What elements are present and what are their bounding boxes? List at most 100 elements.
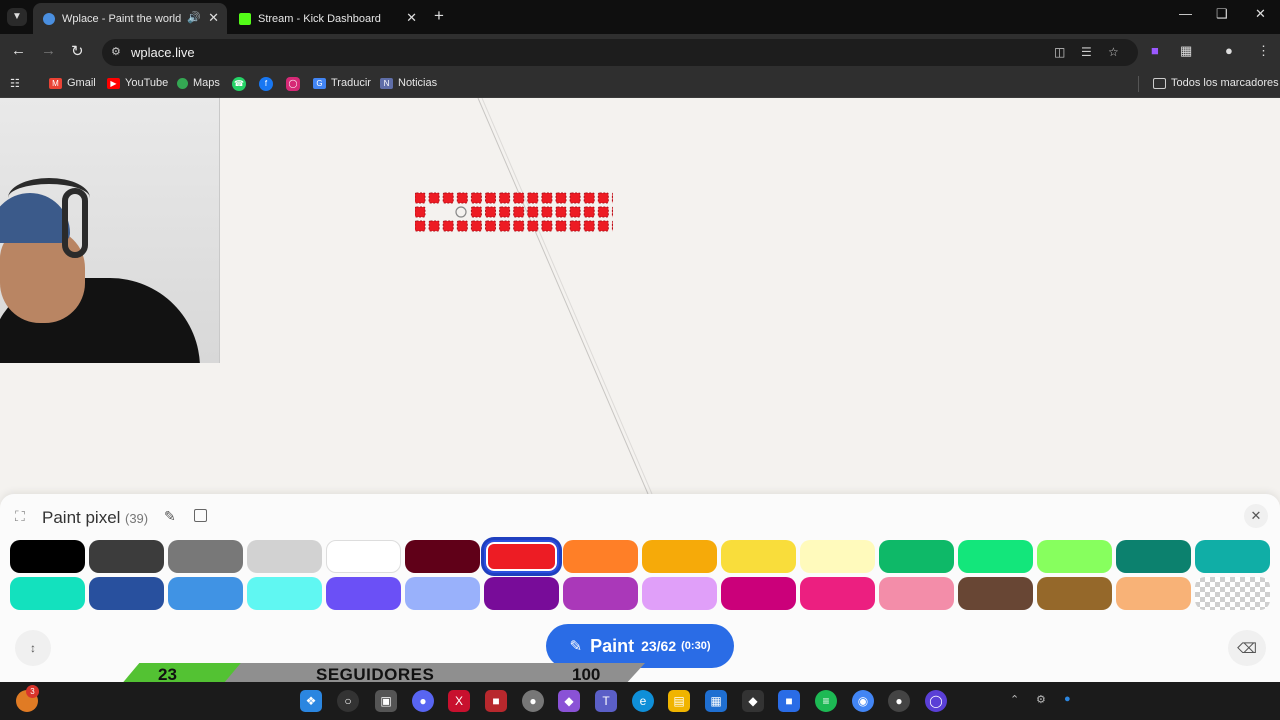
speaker-icon[interactable]: 🔊: [187, 11, 201, 24]
address-bar[interactable]: ⚙ wplace.live ◫ ☰ ☆: [102, 39, 1138, 66]
close-tab-icon[interactable]: ✕: [406, 10, 417, 26]
color-swatch[interactable]: [642, 540, 717, 573]
tab-kick-dashboard[interactable]: Stream - Kick Dashboard ✕: [229, 3, 425, 34]
app-record-icon[interactable]: ●: [888, 690, 910, 712]
painted-pixel: [442, 220, 454, 232]
bookmark-maps[interactable]: Maps: [177, 77, 220, 89]
color-swatch[interactable]: [1195, 577, 1270, 610]
whatsapp-icon[interactable]: ☎: [232, 77, 246, 91]
kick-icon: [239, 12, 251, 25]
color-swatch[interactable]: [89, 577, 164, 610]
apps-grid-icon[interactable]: ☷: [10, 77, 20, 90]
color-swatch[interactable]: [800, 540, 875, 573]
color-swatch[interactable]: [1116, 540, 1191, 573]
color-swatch[interactable]: [642, 577, 717, 610]
color-swatch[interactable]: [721, 577, 796, 610]
painted-pixel: [527, 220, 539, 232]
store-icon[interactable]: ▦: [705, 690, 727, 712]
extension-icon[interactable]: ■: [1151, 43, 1159, 58]
windows-start-icon[interactable]: ❖: [300, 690, 322, 712]
eraser-icon[interactable]: ⌫: [1228, 630, 1266, 666]
color-swatch[interactable]: [1195, 540, 1270, 573]
close-window-button[interactable]: ✕: [1255, 6, 1266, 22]
color-swatch[interactable]: [879, 577, 954, 610]
bookmark-noticias[interactable]: N Noticias: [380, 77, 437, 89]
bookmark-youtube[interactable]: ▶ YouTube: [107, 77, 168, 89]
obs-icon[interactable]: ●: [522, 690, 544, 712]
color-swatch[interactable]: [168, 540, 243, 573]
tray-app-icon[interactable]: ⚙: [1036, 693, 1046, 706]
teams-icon[interactable]: T: [595, 690, 617, 712]
paint-panel: ⛶ Paint pixel (39) ✎ ✕ ↕ ✎ Paint 23/62 (…: [0, 494, 1280, 682]
color-swatch[interactable]: [247, 540, 322, 573]
color-swatch[interactable]: [721, 540, 796, 573]
close-panel-button[interactable]: ✕: [1244, 504, 1268, 528]
color-swatch[interactable]: [879, 540, 954, 573]
browser-toolbar: ← → ↻ ⚙ wplace.live ◫ ☰ ☆ ■ ▦ ● ⋮: [0, 34, 1280, 70]
color-swatch[interactable]: [1037, 577, 1112, 610]
color-swatch[interactable]: [10, 540, 85, 573]
tab-wplace[interactable]: Wplace - Paint the world 🔊 ✕: [33, 3, 227, 34]
tray-chevron-icon[interactable]: ⌃: [1010, 693, 1019, 706]
color-swatch[interactable]: [405, 577, 480, 610]
color-swatch[interactable]: [89, 540, 164, 573]
color-swatch[interactable]: [326, 577, 401, 610]
install-app-icon[interactable]: ◫: [1054, 45, 1065, 59]
minimize-button[interactable]: —: [1179, 6, 1192, 21]
forward-button[interactable]: →: [41, 42, 56, 59]
paint-button[interactable]: ✎ Paint 23/62 (0:30): [546, 624, 734, 668]
color-swatch[interactable]: [1116, 577, 1191, 610]
color-swatch[interactable]: [484, 577, 559, 610]
color-swatch[interactable]: [958, 577, 1033, 610]
color-swatch[interactable]: [800, 577, 875, 610]
color-swatch[interactable]: [1037, 540, 1112, 573]
app-red-icon[interactable]: ■: [485, 690, 507, 712]
menu-dots-icon[interactable]: ⋮: [1257, 43, 1270, 59]
file-explorer-icon[interactable]: ▤: [668, 690, 690, 712]
color-swatch[interactable]: [958, 540, 1033, 573]
color-swatch[interactable]: [247, 577, 322, 610]
close-tab-icon[interactable]: ✕: [208, 10, 219, 26]
edge-icon[interactable]: e: [632, 690, 654, 712]
tab-search-button[interactable]: ▼: [7, 8, 27, 26]
bookmark-gmail[interactable]: M Gmail: [49, 77, 96, 89]
facebook-icon[interactable]: f: [259, 77, 273, 91]
copilot-icon[interactable]: ◆: [558, 690, 580, 712]
all-bookmarks-button[interactable]: Todos los marcadores: [1153, 77, 1279, 89]
painted-pixel: [470, 192, 482, 204]
expand-icon[interactable]: ⛶: [15, 508, 25, 525]
color-swatch[interactable]: [484, 540, 559, 573]
color-swatch[interactable]: [563, 540, 638, 573]
maximize-button[interactable]: ❑: [1216, 6, 1228, 22]
translate-icon[interactable]: ☰: [1081, 45, 1092, 59]
grid-icon[interactable]: [194, 509, 207, 522]
paint-canvas[interactable]: [0, 98, 1280, 498]
toggle-panel-icon[interactable]: ↕: [15, 630, 51, 666]
app-purple-icon[interactable]: ◯: [925, 690, 947, 712]
extensions-puzzle-icon[interactable]: ▦: [1180, 43, 1192, 59]
color-swatch[interactable]: [168, 577, 243, 610]
color-swatch[interactable]: [405, 540, 480, 573]
dropbox-icon[interactable]: ◆: [742, 690, 764, 712]
xsplit-icon[interactable]: X: [448, 690, 470, 712]
instagram-icon[interactable]: ◯: [286, 77, 300, 91]
app-blue-icon[interactable]: ■: [778, 690, 800, 712]
discord-icon[interactable]: ●: [412, 690, 434, 712]
spotify-icon[interactable]: ≡: [815, 690, 837, 712]
site-info-icon[interactable]: ⚙: [111, 45, 121, 58]
color-swatch[interactable]: [10, 577, 85, 610]
color-swatch[interactable]: [326, 540, 401, 573]
chrome-icon[interactable]: ◉: [852, 690, 874, 712]
painted-pixel: [513, 206, 525, 218]
color-swatch[interactable]: [563, 577, 638, 610]
reload-button[interactable]: ↻: [71, 42, 84, 60]
search-icon[interactable]: ○: [337, 690, 359, 712]
bookmark-traducir[interactable]: G Traducir: [313, 77, 371, 89]
new-tab-button[interactable]: +: [434, 6, 444, 26]
profile-avatar-icon[interactable]: ●: [1225, 43, 1233, 58]
task-view-icon[interactable]: ▣: [375, 690, 397, 712]
back-button[interactable]: ←: [11, 42, 26, 59]
bookmark-star-icon[interactable]: ☆: [1108, 45, 1119, 59]
pencil-icon[interactable]: ✎: [164, 508, 176, 525]
microphone-icon[interactable]: ●: [1064, 693, 1071, 705]
